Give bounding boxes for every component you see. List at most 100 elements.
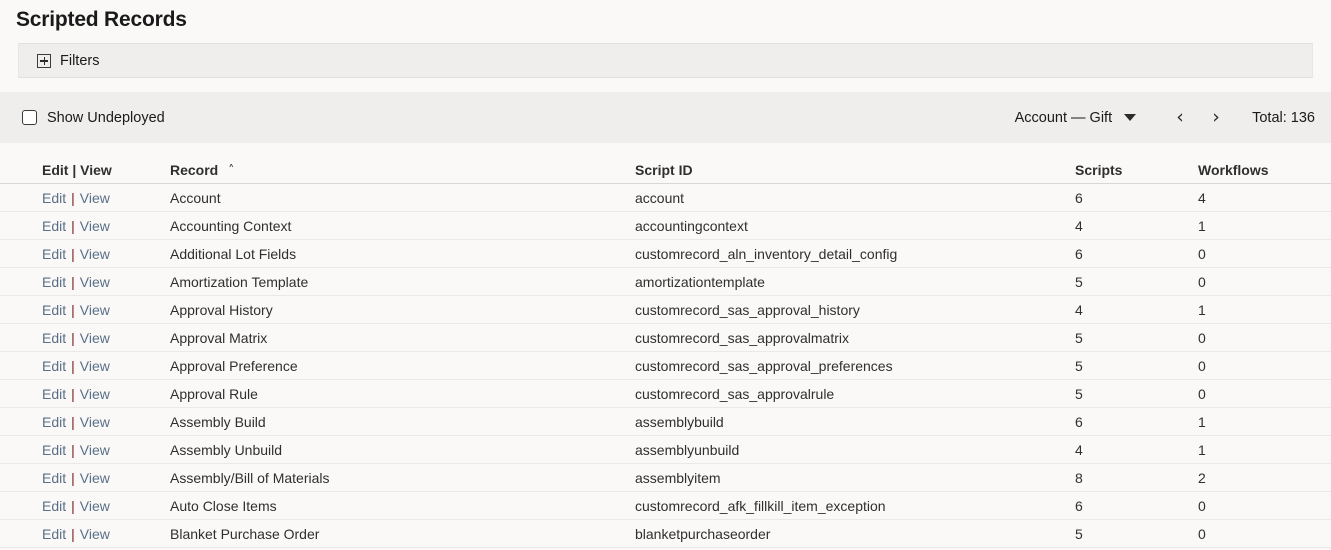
cell-record: Approval Rule xyxy=(170,385,258,402)
row-actions: Edit | View xyxy=(0,470,170,486)
cell-record: Approval Matrix xyxy=(170,329,268,346)
row-actions: Edit | View xyxy=(0,274,170,290)
cell-script-id: customrecord_sas_approval_preferences xyxy=(635,357,893,374)
view-link[interactable]: View xyxy=(80,218,110,234)
action-separator: | xyxy=(71,357,75,374)
cell-scripts: 5 xyxy=(1075,385,1083,402)
table-row: Edit | View Additional Lot Fields customreco… xyxy=(0,240,1331,268)
action-separator: | xyxy=(71,189,75,206)
cell-workflows: 0 xyxy=(1198,329,1206,346)
view-link[interactable]: View xyxy=(80,302,110,318)
cell-workflows: 1 xyxy=(1198,441,1206,458)
table-row: Edit | View Blanket Purchase Order blanketpu… xyxy=(0,520,1331,548)
view-link[interactable]: View xyxy=(80,274,110,290)
table-row: Edit | View Assembly/Bill of Materials assem… xyxy=(0,464,1331,492)
cell-scripts: 5 xyxy=(1075,525,1083,542)
row-actions: Edit | View xyxy=(0,358,170,374)
cell-scripts: 4 xyxy=(1075,301,1083,318)
row-actions: Edit | View xyxy=(0,442,170,458)
edit-link[interactable]: Edit xyxy=(42,190,66,206)
cell-workflows: 0 xyxy=(1198,497,1206,514)
column-header-scripts[interactable]: Scripts xyxy=(1075,162,1198,178)
cell-scripts: 5 xyxy=(1075,273,1083,290)
column-header-script-id[interactable]: Script ID xyxy=(635,162,1075,178)
show-undeployed-checkbox[interactable]: Show Undeployed xyxy=(22,110,165,126)
cell-record: Assembly Build xyxy=(170,413,266,430)
cell-record: Auto Close Items xyxy=(170,497,277,514)
view-link[interactable]: View xyxy=(80,442,110,458)
row-actions: Edit | View xyxy=(0,526,170,542)
filters-expander[interactable]: Filters xyxy=(18,43,1313,78)
edit-link[interactable]: Edit xyxy=(42,386,66,402)
scripted-records-table: Edit | View Record ˄ Script ID Scripts Wo… xyxy=(0,143,1331,548)
edit-link[interactable]: Edit xyxy=(42,218,66,234)
edit-link[interactable]: Edit xyxy=(42,498,66,514)
column-header-record-label: Record xyxy=(170,161,219,178)
table-row: Edit | View Approval Matrix customrecord_sas… xyxy=(0,324,1331,352)
cell-script-id: assemblyitem xyxy=(635,469,721,486)
action-separator: | xyxy=(71,525,75,542)
table-row: Edit | View Approval History customrecord_sa… xyxy=(0,296,1331,324)
previous-page-button[interactable]: ‹ xyxy=(1162,108,1198,127)
action-separator: | xyxy=(71,273,75,290)
cell-scripts: 5 xyxy=(1075,357,1083,374)
cell-record: Assembly Unbuild xyxy=(170,441,283,458)
cell-scripts: 5 xyxy=(1075,329,1083,346)
edit-link[interactable]: Edit xyxy=(42,302,66,318)
cell-scripts: 8 xyxy=(1075,469,1083,486)
caret-up-icon: ˄ xyxy=(228,162,235,177)
cell-scripts: 4 xyxy=(1075,217,1083,234)
row-actions: Edit | View xyxy=(0,302,170,318)
view-link[interactable]: View xyxy=(80,330,110,346)
edit-link[interactable]: Edit xyxy=(42,442,66,458)
cell-script-id: account xyxy=(635,189,685,206)
edit-link[interactable]: Edit xyxy=(42,414,66,430)
column-header-record[interactable]: Record ˄ xyxy=(170,162,635,178)
cell-scripts: 6 xyxy=(1075,189,1083,206)
action-separator: | xyxy=(71,217,75,234)
cell-script-id: assemblyunbuild xyxy=(635,441,740,458)
column-header-workflows[interactable]: Workflows xyxy=(1198,162,1331,178)
table-row: Edit | View Account account 6 4 xyxy=(0,184,1331,212)
view-link[interactable]: View xyxy=(80,246,110,262)
cell-record: Account xyxy=(170,189,221,206)
view-link[interactable]: View xyxy=(80,358,110,374)
table-header-row: Edit | View Record ˄ Script ID Scripts Wo… xyxy=(0,156,1331,184)
plus-box-icon xyxy=(37,53,51,68)
edit-link[interactable]: Edit xyxy=(42,330,66,346)
cell-workflows: 0 xyxy=(1198,245,1206,262)
view-link[interactable]: View xyxy=(80,498,110,514)
total-count-label: Total: 136 xyxy=(1252,109,1315,126)
cell-workflows: 0 xyxy=(1198,525,1206,542)
action-separator: | xyxy=(71,441,75,458)
view-link[interactable]: View xyxy=(80,470,110,486)
list-toolbar: Show Undeployed Account — Gift ‹ › Total… xyxy=(0,92,1331,143)
table-row: Edit | View Assembly Build assemblybuild 6 1 xyxy=(0,408,1331,436)
view-link[interactable]: View xyxy=(80,190,110,206)
cell-script-id: customrecord_sas_approval_history xyxy=(635,301,860,318)
cell-script-id: blanketpurchaseorder xyxy=(635,525,771,542)
action-separator: | xyxy=(71,497,75,514)
edit-link[interactable]: Edit xyxy=(42,358,66,374)
pagination-controls: Account — Gift ‹ › Total: 136 xyxy=(1015,92,1315,143)
edit-link[interactable]: Edit xyxy=(42,246,66,262)
show-undeployed-label: Show Undeployed xyxy=(47,109,165,126)
cell-scripts: 6 xyxy=(1075,497,1083,514)
cell-script-id: customrecord_afk_fillkill_item_exception xyxy=(635,497,886,514)
page-title: Scripted Records xyxy=(16,8,187,31)
edit-link[interactable]: Edit xyxy=(42,470,66,486)
view-link[interactable]: View xyxy=(80,414,110,430)
view-link[interactable]: View xyxy=(80,526,110,542)
view-link[interactable]: View xyxy=(80,386,110,402)
table-row: Edit | View Approval Rule customrecord_sas_a… xyxy=(0,380,1331,408)
edit-link[interactable]: Edit xyxy=(42,274,66,290)
chevron-down-icon xyxy=(1124,114,1137,121)
cell-script-id: amortizationtemplate xyxy=(635,273,765,290)
edit-link[interactable]: Edit xyxy=(42,526,66,542)
cell-record: Assembly/Bill of Materials xyxy=(170,469,330,486)
view-select-dropdown[interactable]: Account — Gift xyxy=(1015,110,1137,126)
table-row: Edit | View Approval Preference customrecord… xyxy=(0,352,1331,380)
cell-record: Blanket Purchase Order xyxy=(170,525,320,542)
next-page-button[interactable]: › xyxy=(1198,108,1234,127)
table-row: Edit | View Accounting Context accountingcon… xyxy=(0,212,1331,240)
